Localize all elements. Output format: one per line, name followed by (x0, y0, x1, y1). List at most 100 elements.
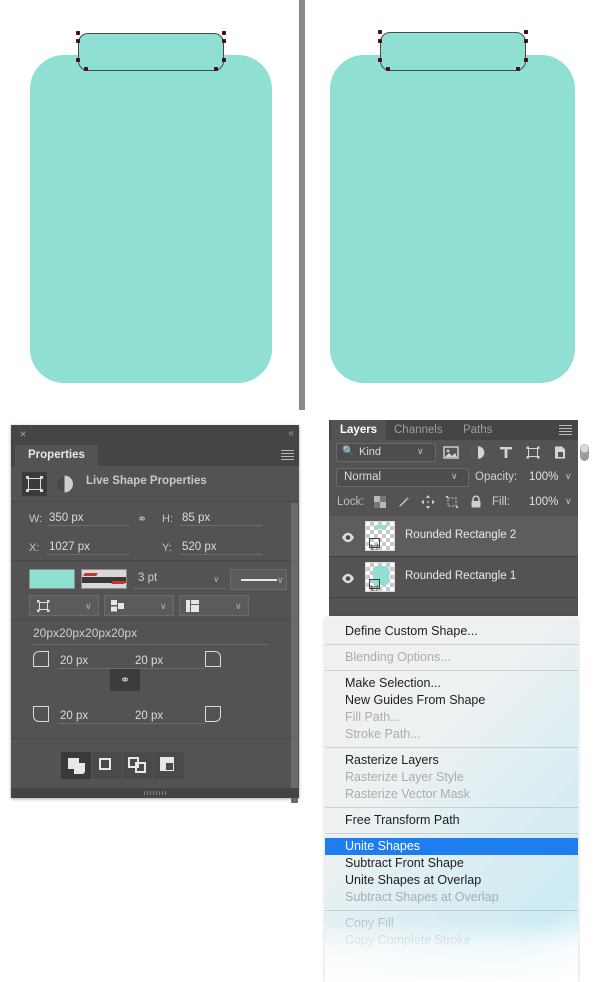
chevron-down-icon[interactable]: ∨ (235, 601, 242, 612)
filter-type-icon[interactable] (498, 445, 514, 460)
menu-item[interactable]: Subtract Front Shape (325, 855, 578, 872)
exclude-overlapping-shapes-button[interactable] (154, 752, 184, 779)
layer-row-rounded-rectangle-1[interactable]: Rounded Rectangle 1 (329, 557, 578, 598)
lock-artboard-nesting-icon[interactable] (445, 495, 459, 509)
anchor-point[interactable] (386, 67, 390, 71)
tab-properties[interactable]: Properties (15, 445, 98, 466)
menu-item[interactable]: New Guides From Shape (325, 692, 578, 709)
filter-shape-icon[interactable] (525, 445, 541, 460)
stroke-corner-dropdown[interactable]: ∨ (179, 595, 249, 616)
blend-mode-dropdown[interactable]: Normal (336, 468, 469, 487)
anchor-point[interactable] (524, 39, 528, 43)
radius-top-left-input[interactable] (58, 653, 135, 669)
properties-panel: × « Properties Live Shape Properties W: … (11, 425, 299, 803)
anchor-point[interactable] (378, 39, 382, 43)
fill-label: Fill: (492, 496, 510, 508)
layer-row-rounded-rectangle-2[interactable]: Rounded Rectangle 2 (329, 516, 578, 557)
menu-separator (325, 644, 578, 645)
fill-value[interactable]: 100% (529, 496, 558, 508)
filter-smart-object-icon[interactable] (552, 445, 568, 460)
fill-color-swatch[interactable] (29, 569, 75, 589)
layers-tab-row: Layers Channels Paths (329, 420, 578, 440)
tab-layers[interactable]: Layers (331, 420, 387, 440)
chevron-down-icon[interactable]: ∨ (85, 601, 92, 612)
chevron-down-icon[interactable]: ∨ (160, 601, 167, 612)
anchor-point[interactable] (76, 31, 80, 35)
menu-item[interactable]: Rasterize Layers (325, 752, 578, 769)
chevron-down-icon[interactable]: ∨ (565, 471, 572, 482)
shape-properties-icon[interactable] (22, 472, 47, 496)
layer-filter-row: Kind 🔍 ∨ (329, 440, 589, 465)
anchor-point[interactable] (76, 39, 80, 43)
close-icon[interactable]: × (17, 428, 29, 440)
stroke-color-swatch[interactable] (81, 569, 127, 589)
rounded-rectangle-clip-right[interactable] (380, 32, 526, 71)
anchor-point[interactable] (524, 58, 528, 62)
stroke-align-dropdown[interactable]: ∨ (29, 595, 99, 616)
menu-item[interactable]: Free Transform Path (325, 812, 578, 829)
link-dimensions-icon[interactable]: ⚭ (137, 512, 147, 526)
stroke-style-dropdown[interactable]: ∨ (230, 569, 287, 590)
collapse-panel-icon[interactable]: « (288, 428, 293, 440)
radius-bottom-right-input[interactable] (133, 708, 205, 724)
lock-transparent-pixels-icon[interactable] (373, 495, 387, 509)
layer-context-menu: Define Custom Shape... Blending Options..… (325, 617, 578, 982)
panel-menu-icon[interactable] (559, 425, 572, 435)
anchor-point[interactable] (222, 58, 226, 62)
combined-radius-field[interactable]: 20px20px20px20px (33, 626, 268, 645)
opacity-value[interactable]: 100% (529, 471, 558, 483)
anchor-point[interactable] (222, 31, 226, 35)
filter-adjustment-icon[interactable] (470, 445, 486, 460)
lock-position-icon[interactable] (421, 495, 435, 509)
y-input[interactable] (180, 539, 262, 555)
rounded-rectangle-clip-left[interactable] (78, 33, 224, 71)
tab-channels[interactable]: Channels (385, 420, 452, 440)
menu-separator (325, 910, 578, 911)
intersect-shape-areas-button[interactable] (123, 752, 154, 779)
chevron-down-icon[interactable]: ∨ (277, 575, 284, 586)
chevron-down-icon[interactable]: ∨ (417, 446, 424, 457)
rounded-rectangle-body-left[interactable] (30, 55, 272, 383)
stroke-cap-dropdown[interactable]: ∨ (104, 595, 174, 616)
x-input[interactable] (47, 539, 129, 555)
combine-shapes-button[interactable] (61, 752, 92, 779)
properties-scrollbar[interactable] (291, 503, 298, 803)
anchor-point[interactable] (214, 67, 218, 71)
panel-menu-icon[interactable] (281, 450, 294, 461)
eye-visibility-icon[interactable] (341, 530, 355, 543)
chevron-down-icon[interactable]: ∨ (565, 496, 572, 507)
anchor-point[interactable] (516, 67, 520, 71)
live-shape-header: Live Shape Properties (11, 466, 299, 502)
lock-row: Lock: Fill: 100% ∨ (329, 491, 578, 516)
resize-grip[interactable] (144, 791, 166, 795)
menu-item[interactable]: Define Custom Shape... (325, 623, 578, 640)
anchor-point[interactable] (378, 58, 382, 62)
tab-paths[interactable]: Paths (454, 420, 501, 440)
layer-thumbnail[interactable] (365, 521, 395, 551)
anchor-point[interactable] (378, 30, 382, 34)
width-input[interactable] (47, 510, 129, 526)
layer-name[interactable]: Rounded Rectangle 1 (405, 570, 516, 582)
radius-bottom-left-input[interactable] (58, 708, 135, 724)
lock-image-pixels-icon[interactable] (397, 495, 411, 509)
anchor-point[interactable] (222, 39, 226, 43)
link-corner-radii-button[interactable]: ⚭ (110, 669, 140, 691)
subtract-front-shape-button[interactable] (92, 752, 123, 779)
adjustments-icon[interactable] (52, 472, 77, 496)
lock-all-icon[interactable] (469, 495, 483, 509)
rounded-rectangle-body-right[interactable] (330, 55, 575, 383)
anchor-point[interactable] (76, 58, 80, 62)
filter-pixel-icon[interactable] (443, 445, 459, 460)
radius-top-right-input[interactable] (133, 653, 205, 669)
height-input[interactable] (180, 510, 262, 526)
eye-visibility-icon[interactable] (341, 571, 355, 584)
anchor-point[interactable] (524, 30, 528, 34)
menu-item[interactable]: Make Selection... (325, 675, 578, 692)
filter-toggle-switch[interactable] (578, 443, 594, 461)
anchor-point[interactable] (84, 67, 88, 71)
layer-thumbnail[interactable] (365, 562, 395, 592)
layer-name[interactable]: Rounded Rectangle 2 (405, 529, 516, 541)
menu-item[interactable]: Unite Shapes (325, 838, 578, 855)
chevron-down-icon[interactable]: ∨ (451, 471, 458, 482)
menu-item[interactable]: Unite Shapes at Overlap (325, 872, 578, 889)
